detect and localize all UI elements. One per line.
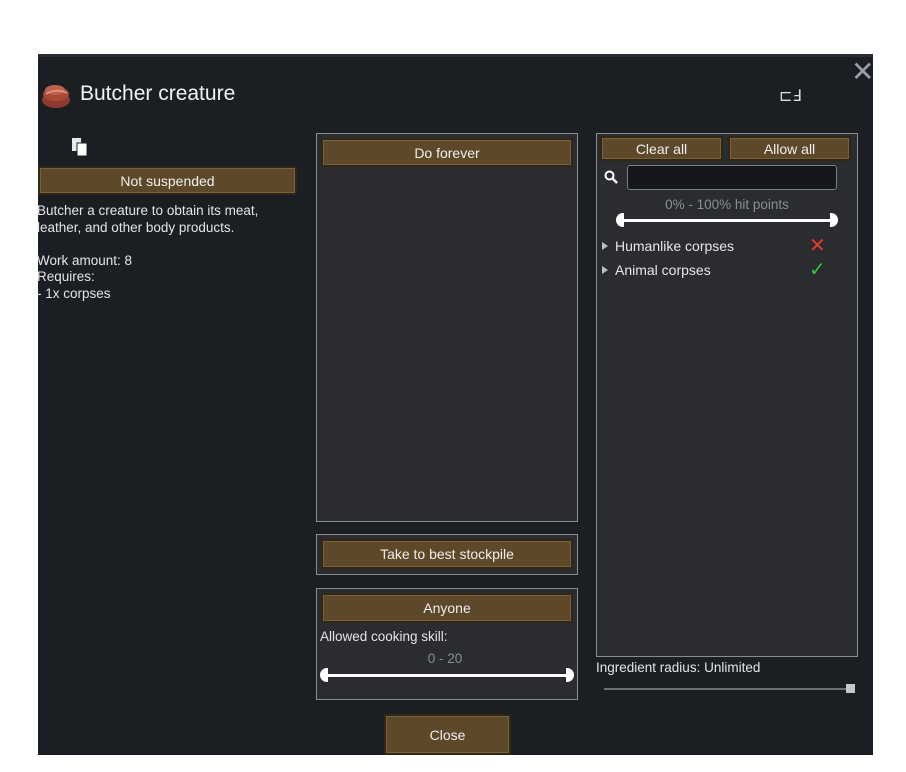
red-cross-icon[interactable]: ✕ [809, 236, 826, 256]
filter-item-humanlike-corpses[interactable]: Humanlike corpses [602, 238, 734, 254]
hitpoints-range-label: 0% - 100% hit points [665, 197, 789, 212]
close-button[interactable]: Close [384, 714, 511, 755]
filter-item-label: Animal corpses [615, 262, 711, 278]
clear-all-button[interactable]: Clear all [600, 136, 723, 161]
filter-item-animal-corpses[interactable]: Animal corpses [602, 262, 711, 278]
skill-label: Allowed cooking skill: [320, 629, 448, 644]
repeat-panel [316, 133, 578, 522]
close-button-label: Close [429, 726, 466, 743]
meat-icon [42, 85, 70, 108]
copy-icon[interactable] [70, 136, 90, 158]
suspend-toggle-button[interactable]: Not suspended [38, 166, 297, 195]
repeat-mode-button[interactable]: Do forever [321, 138, 573, 167]
search-icon [604, 170, 618, 184]
skill-range-track[interactable] [324, 674, 570, 677]
dialog-title: Butcher creature [80, 82, 236, 105]
expand-arrow-icon[interactable] [602, 242, 608, 250]
store-mode-label: Take to best stockpile [380, 546, 514, 562]
allow-all-label: Allow all [763, 140, 816, 157]
rename-icon[interactable]: ⊏Ⅎ [779, 86, 802, 106]
skill-min-handle[interactable] [320, 668, 328, 682]
filter-search-input[interactable] [627, 165, 837, 190]
close-icon[interactable]: ✕ [851, 58, 874, 86]
green-check-icon[interactable]: ✓ [809, 260, 826, 280]
suspend-toggle-label: Not suspended [120, 172, 215, 189]
ingredient-radius-handle[interactable] [846, 684, 855, 693]
store-mode-button[interactable]: Take to best stockpile [321, 539, 573, 569]
allow-all-button[interactable]: Allow all [728, 136, 851, 161]
worker-select-button[interactable]: Anyone [321, 593, 573, 623]
ingredient-radius-label: Ingredient radius: Unlimited [596, 660, 761, 675]
worker-select-label: Anyone [423, 600, 471, 616]
repeat-mode-label: Do forever [414, 144, 480, 161]
filter-item-label: Humanlike corpses [615, 238, 735, 254]
skill-range-label: 0 - 20 [427, 651, 463, 666]
ingredient-radius-track[interactable] [604, 688, 850, 690]
hitpoints-range-track[interactable] [622, 219, 832, 222]
hitpoints-min-handle[interactable] [616, 213, 624, 227]
clear-all-label: Clear all [635, 140, 688, 157]
background-strip [38, 54, 873, 57]
expand-arrow-icon[interactable] [602, 266, 608, 274]
bill-description: Butcher a creature to obtain its meat, l… [37, 203, 259, 301]
